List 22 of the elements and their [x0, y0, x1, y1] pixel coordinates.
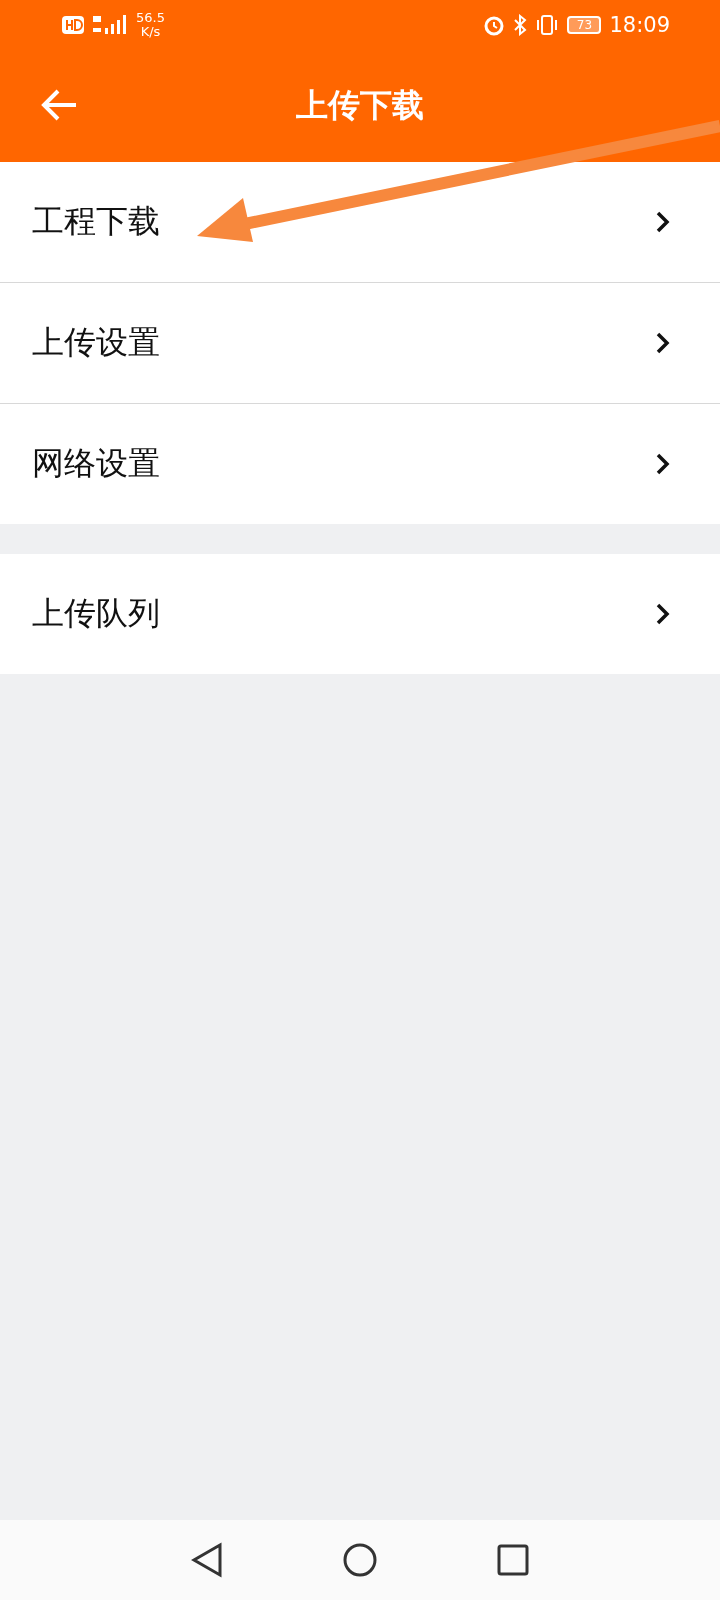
chevron-icon — [656, 211, 670, 233]
status-time: 18:09 — [609, 13, 670, 37]
menu-item[interactable]: 上传队列 — [0, 554, 720, 674]
battery-icon: 73 — [567, 16, 602, 34]
hd-icon — [62, 16, 84, 34]
chevron-icon — [656, 453, 670, 475]
vibrate-icon — [535, 14, 560, 36]
network-speed: 56.5 — [136, 11, 165, 25]
back-icon[interactable] — [40, 88, 78, 122]
speed-unit: K/s — [139, 25, 162, 39]
back-nav-icon[interactable] — [191, 1542, 223, 1578]
chevron-icon — [656, 332, 670, 354]
menu-item[interactable]: 上传设置 — [0, 282, 720, 403]
menu-item[interactable]: 网络设置 — [0, 403, 720, 524]
alarm-icon — [483, 14, 506, 36]
chevron-icon — [656, 603, 670, 625]
page-title: 上传下载 — [296, 85, 424, 126]
home-nav-icon[interactable] — [343, 1543, 377, 1577]
bluetooth-icon — [513, 14, 528, 36]
signal-icon — [92, 14, 128, 36]
menu-item[interactable]: 工程下载 — [0, 162, 720, 282]
recents-nav-icon[interactable] — [497, 1544, 529, 1576]
